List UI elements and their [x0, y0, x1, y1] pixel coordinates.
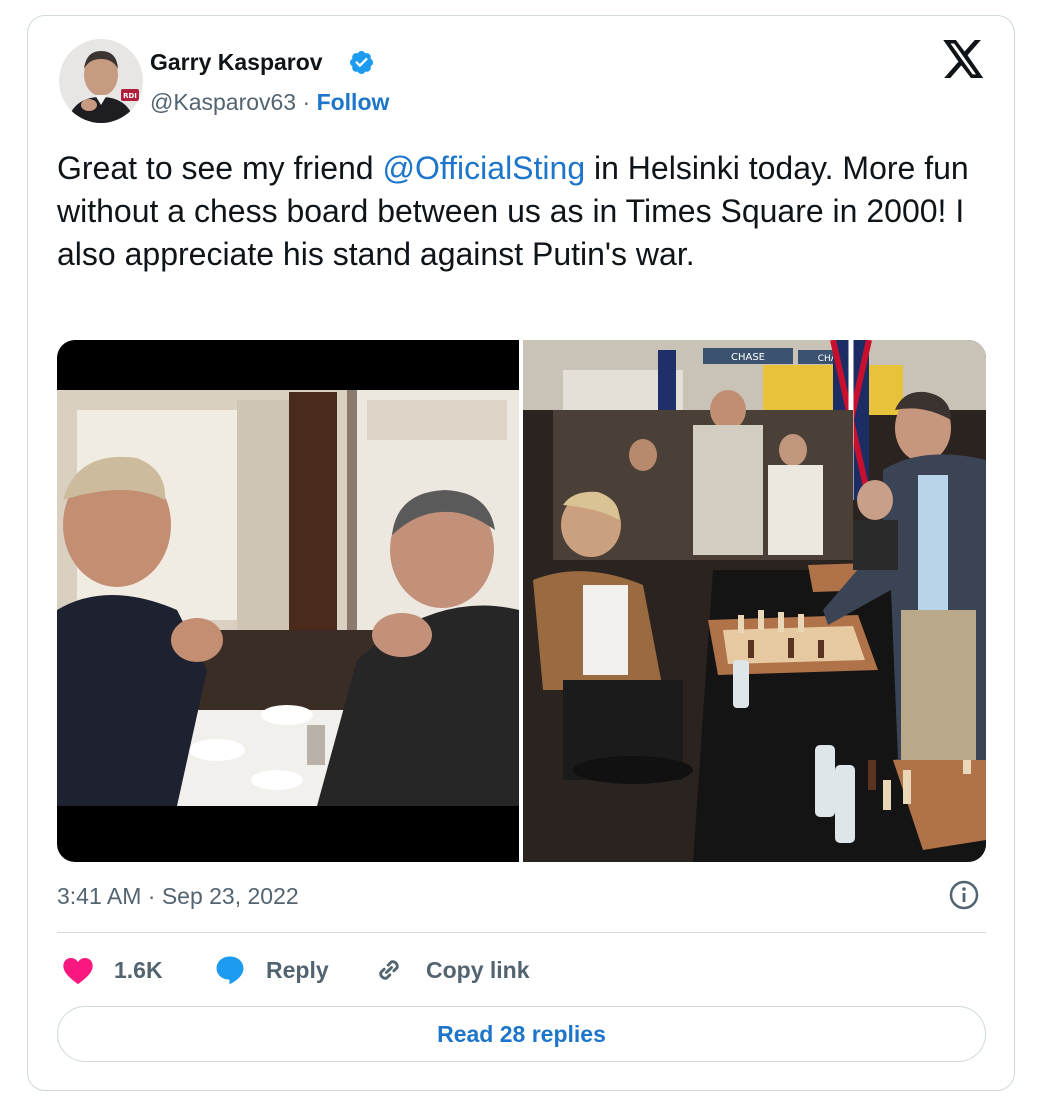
like-button[interactable]: 1.6K	[62, 950, 163, 990]
info-icon[interactable]	[948, 879, 980, 911]
actions-divider	[57, 932, 986, 933]
like-count: 1.6K	[114, 956, 163, 983]
cafe-photo[interactable]	[57, 340, 519, 862]
reply-bubble-icon	[216, 956, 244, 985]
avatar-badge-text: RDI	[123, 92, 137, 100]
tweet-timestamp[interactable]: 3:41 AM · Sep 23, 2022	[57, 880, 299, 912]
tweet-text: Great to see my friend @OfficialSting in…	[57, 147, 987, 276]
read-replies-label: Read 28 replies	[437, 1020, 606, 1047]
verified-badge-icon	[349, 50, 374, 75]
heart-icon	[63, 958, 93, 985]
tweet-text-before: Great to see my friend	[57, 150, 383, 186]
reply-button[interactable]: Reply	[213, 950, 329, 990]
author-display-name[interactable]: Garry Kasparov	[150, 47, 323, 77]
times-square-chess-photo[interactable]: CHASE CHASE	[523, 340, 986, 862]
mention-link[interactable]: @OfficialSting	[382, 150, 585, 186]
tweet-media[interactable]: CHASE CHASE	[57, 340, 986, 862]
author-avatar[interactable]: RDI	[59, 39, 143, 123]
read-replies-button[interactable]: Read 28 replies	[57, 1006, 986, 1062]
link-icon	[379, 960, 399, 980]
handle-separator: ·	[302, 89, 311, 115]
copy-link-button[interactable]: Copy link	[372, 950, 530, 990]
author-handle[interactable]: @Kasparov63	[150, 89, 296, 115]
x-logo-icon[interactable]	[943, 40, 985, 78]
reply-label: Reply	[266, 956, 329, 983]
copy-link-label: Copy link	[426, 956, 530, 983]
author-handle-row: @Kasparov63 · Follow	[150, 87, 389, 117]
follow-button[interactable]: Follow	[317, 89, 390, 115]
chase-sign-1: CHASE	[731, 352, 765, 363]
